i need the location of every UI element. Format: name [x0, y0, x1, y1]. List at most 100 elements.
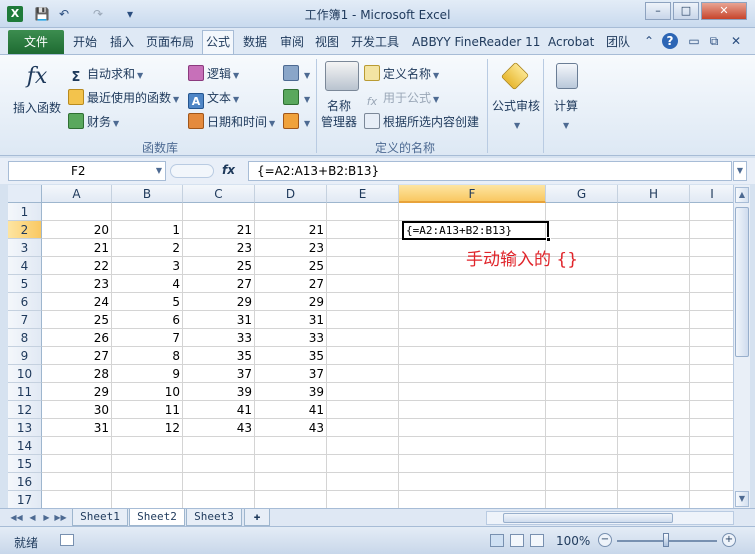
collapse-ribbon-icon[interactable]: ⌃ — [641, 33, 657, 49]
zoom-out-icon[interactable]: − — [598, 533, 612, 547]
row-header-17[interactable]: 17 — [8, 491, 42, 509]
row-header-16[interactable]: 16 — [8, 473, 42, 491]
formula-input[interactable]: {=A2:A13+B2:B13} — [248, 161, 732, 181]
cell-d10[interactable]: 37 — [255, 365, 327, 383]
zoom-in-icon[interactable]: + — [722, 533, 736, 547]
cell-c10[interactable]: 37 — [183, 365, 255, 383]
formula-auditing-button[interactable]: 公式审核 — [492, 97, 540, 114]
column-header-d[interactable]: D — [255, 185, 327, 203]
financial-button[interactable]: 财务 ▼ — [68, 113, 119, 130]
tab-acrobat[interactable]: Acrobat — [545, 33, 597, 54]
zoom-slider-thumb[interactable] — [663, 533, 669, 547]
cell-b8[interactable]: 7 — [112, 329, 183, 347]
column-header-e[interactable]: E — [327, 185, 399, 203]
tab-page-layout[interactable]: 页面布局 — [143, 33, 197, 54]
column-header-a[interactable]: A — [42, 185, 112, 203]
doc-close-icon[interactable]: ✕ — [728, 33, 744, 49]
recently-used-button[interactable]: 最近使用的函数 ▼ — [68, 89, 179, 106]
row-header-11[interactable]: 11 — [8, 383, 42, 401]
zoom-level[interactable]: 100% — [556, 534, 590, 548]
page-layout-view-icon[interactable] — [510, 534, 524, 547]
column-header-h[interactable]: H — [618, 185, 690, 203]
row-header-9[interactable]: 9 — [8, 347, 42, 365]
column-header-g[interactable]: G — [546, 185, 618, 203]
cell-d2[interactable]: 21 — [255, 221, 327, 239]
cell-b13[interactable]: 12 — [112, 419, 183, 437]
first-sheet-icon[interactable]: ◀◀ — [10, 511, 23, 524]
tab-file[interactable]: 文件 — [8, 30, 64, 54]
cell-b9[interactable]: 8 — [112, 347, 183, 365]
cell-b3[interactable]: 2 — [112, 239, 183, 257]
sheet-tab-sheet2[interactable]: Sheet2 — [129, 509, 185, 526]
cell-d7[interactable]: 31 — [255, 311, 327, 329]
use-in-formula-button[interactable]: fx 用于公式 ▼ — [364, 89, 439, 110]
tab-home[interactable]: 开始 — [70, 33, 100, 54]
cell-a13[interactable]: 31 — [42, 419, 112, 437]
chevron-down-icon[interactable]: ▼ — [561, 117, 569, 131]
chevron-down-icon[interactable]: ▼ — [512, 117, 520, 131]
vertical-scrollbar[interactable]: ▲ ▼ — [733, 185, 750, 510]
row-header-4[interactable]: 4 — [8, 257, 42, 275]
row-header-1[interactable]: 1 — [8, 203, 42, 221]
formula-bar-expander[interactable] — [170, 164, 214, 178]
cell-b7[interactable]: 6 — [112, 311, 183, 329]
cell-a6[interactable]: 24 — [42, 293, 112, 311]
cell-b11[interactable]: 10 — [112, 383, 183, 401]
cell-b5[interactable]: 4 — [112, 275, 183, 293]
macro-record-icon[interactable] — [60, 534, 74, 546]
cell-a8[interactable]: 26 — [42, 329, 112, 347]
scroll-down-icon[interactable]: ▼ — [735, 491, 749, 507]
cell-d9[interactable]: 35 — [255, 347, 327, 365]
insert-function-fx-icon[interactable]: fx — [222, 163, 235, 177]
column-header-i[interactable]: I — [690, 185, 733, 203]
tab-developer[interactable]: 开发工具 — [348, 33, 402, 54]
cell-c7[interactable]: 31 — [183, 311, 255, 329]
text-button[interactable]: A 文本 ▼ — [188, 89, 239, 109]
date-time-button[interactable]: 日期和时间 ▼ — [188, 113, 275, 130]
row-header-2[interactable]: 2 — [8, 221, 42, 239]
row-header-12[interactable]: 12 — [8, 401, 42, 419]
chevron-down-icon[interactable]: ▼ — [156, 162, 162, 180]
tab-insert[interactable]: 插入 — [107, 33, 137, 54]
row-header-6[interactable]: 6 — [8, 293, 42, 311]
tab-review[interactable]: 审阅 — [277, 33, 307, 54]
name-manager-line2[interactable]: 管理器 — [321, 113, 357, 130]
row-header-5[interactable]: 5 — [8, 275, 42, 293]
name-box[interactable]: F2 ▼ — [8, 161, 166, 181]
minimize-button[interactable]: – — [645, 2, 671, 20]
cell-a2[interactable]: 20 — [42, 221, 112, 239]
insert-sheet-icon[interactable]: ✚ — [244, 509, 270, 526]
cell-c13[interactable]: 43 — [183, 419, 255, 437]
cell-a11[interactable]: 29 — [42, 383, 112, 401]
worksheet-grid[interactable]: A B C D E F G H I 1 2 3 4 5 6 7 8 9 10 11 12 13 14 15 16 17 20 1 21 2… — [8, 185, 733, 510]
cell-d12[interactable]: 41 — [255, 401, 327, 419]
column-header-c[interactable]: C — [183, 185, 255, 203]
tab-view[interactable]: 视图 — [312, 33, 342, 54]
tab-data[interactable]: 数据 — [240, 33, 270, 54]
page-break-view-icon[interactable] — [530, 534, 544, 547]
cell-c12[interactable]: 41 — [183, 401, 255, 419]
insert-function-button[interactable]: 插入函数 — [13, 99, 61, 116]
cell-b2[interactable]: 1 — [112, 221, 183, 239]
doc-minimize-icon[interactable]: ▭ — [686, 33, 702, 49]
cell-c3[interactable]: 23 — [183, 239, 255, 257]
close-button[interactable]: ✕ — [701, 2, 747, 20]
cell-c11[interactable]: 39 — [183, 383, 255, 401]
lookup-reference-button[interactable]: ▼ — [283, 65, 310, 81]
logical-button[interactable]: 逻辑 ▼ — [188, 65, 239, 82]
name-manager-line1[interactable]: 名称 — [327, 97, 351, 114]
expand-formula-icon[interactable]: ▼ — [733, 161, 747, 181]
cell-d13[interactable]: 43 — [255, 419, 327, 437]
sheet-tab-sheet3[interactable]: Sheet3 — [186, 509, 242, 526]
column-header-b[interactable]: B — [112, 185, 183, 203]
cell-a12[interactable]: 30 — [42, 401, 112, 419]
cell-a4[interactable]: 22 — [42, 257, 112, 275]
horizontal-scrollbar[interactable] — [486, 511, 734, 525]
calculator-icon[interactable] — [556, 63, 578, 89]
cell-a10[interactable]: 28 — [42, 365, 112, 383]
cell-d6[interactable]: 29 — [255, 293, 327, 311]
last-sheet-icon[interactable]: ▶▶ — [54, 511, 67, 524]
doc-restore-icon[interactable]: ⧉ — [706, 33, 722, 49]
next-sheet-icon[interactable]: ▶ — [40, 511, 53, 524]
cell-d5[interactable]: 27 — [255, 275, 327, 293]
